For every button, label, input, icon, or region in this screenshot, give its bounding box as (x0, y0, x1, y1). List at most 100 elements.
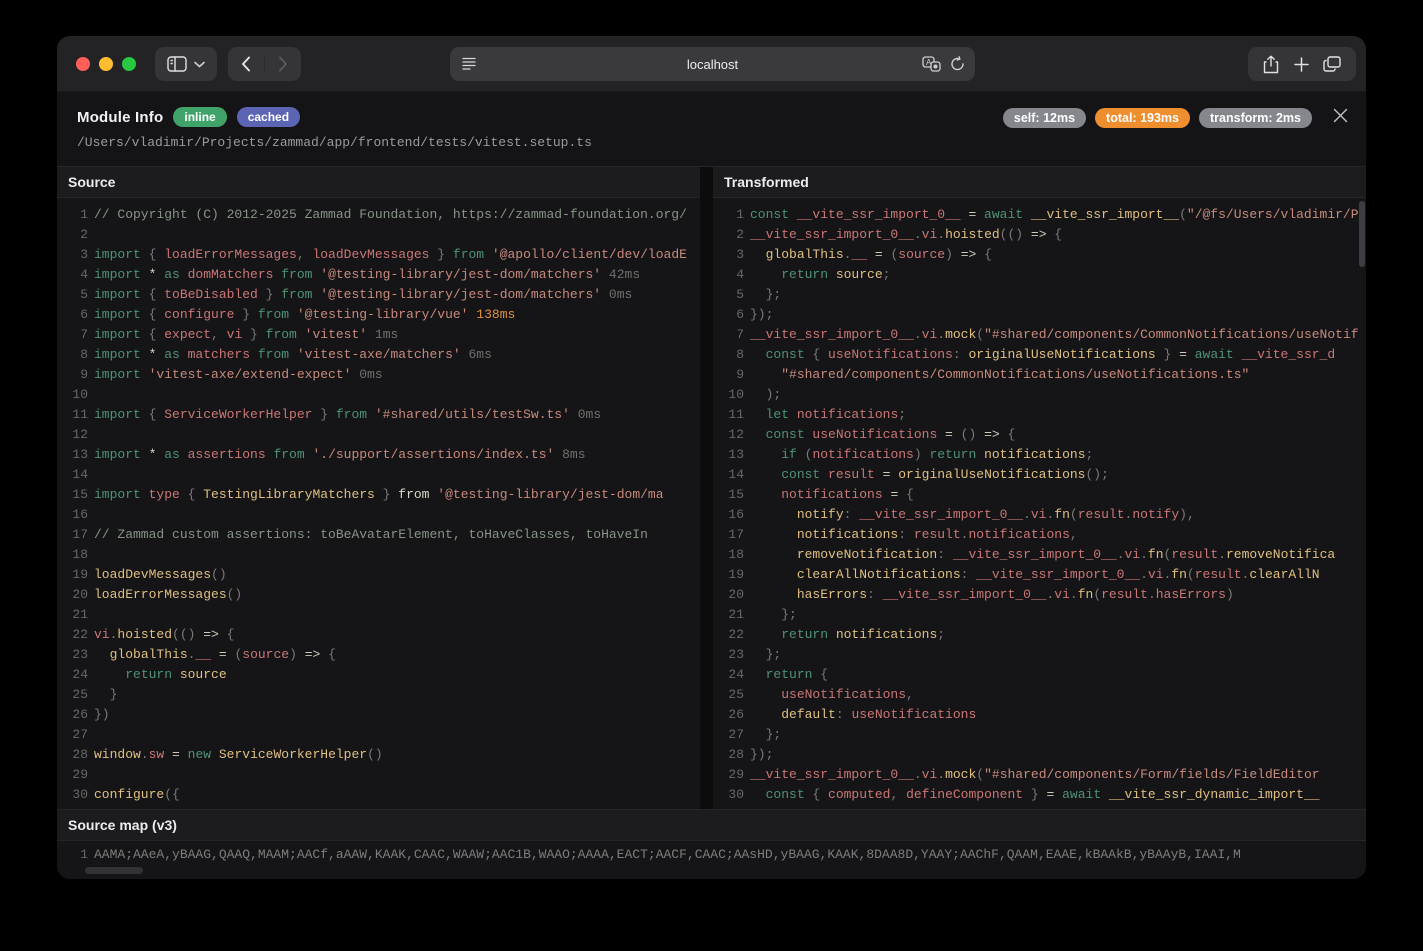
code-token (750, 585, 797, 605)
code-token: const (781, 465, 828, 485)
code-line: 6}); (713, 305, 1366, 325)
code-token: configure (94, 785, 164, 805)
line-number: 12 (713, 425, 744, 445)
line-number: 7 (57, 325, 88, 345)
code-token: import (94, 305, 149, 325)
line-number: 7 (713, 325, 744, 345)
code-token: return (125, 665, 180, 685)
code-token: ServiceWorkerHelper (219, 745, 367, 765)
code-token: source (898, 245, 945, 265)
code-token: . (1023, 505, 1031, 525)
page-format-icon[interactable] (461, 56, 477, 71)
code-token: '@apollo/client/dev/loadE (492, 245, 687, 265)
close-window-button[interactable] (76, 57, 90, 71)
code-token: ; (898, 405, 906, 425)
back-button[interactable] (228, 47, 264, 81)
code-token: '#shared/utils/testSw.ts' (375, 405, 570, 425)
code-token: . (937, 325, 945, 345)
code-token: . (1140, 565, 1148, 585)
code-token: const (766, 425, 813, 445)
minimize-window-button[interactable] (99, 57, 113, 71)
timing-badges: self: 12ms total: 193ms transform: 2ms (1003, 108, 1312, 128)
code-token (94, 665, 125, 685)
code-line: 7__vite_ssr_import_0__.vi.mock("#shared/… (713, 325, 1366, 345)
new-tab-icon[interactable] (1294, 57, 1309, 72)
source-panel-title: Source (57, 167, 700, 198)
line-number: 8 (57, 345, 88, 365)
translate-icon[interactable]: A (922, 56, 941, 72)
code-token: hoisted (117, 625, 172, 645)
page-title: Module Info (77, 109, 163, 126)
code-line: 18 removeNotification: __vite_ssr_import… (713, 545, 1366, 565)
share-icon[interactable] (1263, 55, 1279, 74)
panel-divider[interactable] (700, 167, 713, 809)
code-token: 0ms (601, 285, 632, 305)
code-token (750, 445, 781, 465)
code-token: : (961, 565, 977, 585)
close-button[interactable] (1328, 103, 1352, 127)
code-token: loadErrorMessages (94, 585, 227, 605)
code-token: { (149, 285, 165, 305)
code-line: 20loadErrorMessages() (57, 585, 700, 605)
line-number: 26 (713, 705, 744, 725)
code-line: 27 }; (713, 725, 1366, 745)
zoom-window-button[interactable] (122, 57, 136, 71)
tabs-overview-icon[interactable] (1323, 56, 1341, 72)
code-line: 26 default: useNotifications (713, 705, 1366, 725)
browser-toolbar: localhost A (57, 36, 1366, 92)
code-token: 138ms (469, 305, 516, 325)
sourcemap-section: Source map (v3) 1AAMA;AAeA,yBAAG,QAAQ,MA… (57, 810, 1366, 879)
line-number: 3 (713, 245, 744, 265)
code-token (750, 385, 766, 405)
code-token: // Copyright (C) 2012-2025 Zammad Founda… (94, 205, 687, 225)
code-token: clearAllN (1249, 565, 1319, 585)
code-token: ( (1179, 205, 1187, 225)
code-token: 8ms (554, 445, 585, 465)
code-line: 21 }; (713, 605, 1366, 625)
line-number: 23 (57, 645, 88, 665)
code-line: 13 if (notifications) return notificatio… (713, 445, 1366, 465)
code-token: AAMA;AAeA,yBAAG,QAAQ,MAAM;AACf,aAAW,KAAK… (94, 845, 1241, 865)
code-token: . (110, 625, 118, 645)
code-token: . (1218, 545, 1226, 565)
code-line: 9 "#shared/components/CommonNotification… (713, 365, 1366, 385)
code-token (750, 525, 797, 545)
code-token: mock (945, 765, 976, 785)
code-token: return (929, 445, 984, 465)
sidebar-toggle-button[interactable] (155, 47, 217, 81)
code-line: 10 (57, 385, 700, 405)
code-token: }); (750, 305, 773, 325)
code-token: }; (781, 605, 797, 625)
code-token: useNotifications (781, 685, 906, 705)
code-token: 1ms (367, 325, 398, 345)
code-token: 0ms (351, 365, 382, 385)
code-line: 24 return { (713, 665, 1366, 685)
code-token: ( (1070, 505, 1078, 525)
line-number: 16 (57, 505, 88, 525)
code-token: 6ms (461, 345, 492, 365)
line-number: 10 (713, 385, 744, 405)
address-bar[interactable]: localhost A (450, 47, 975, 81)
code-line: 28window.sw = new ServiceWorkerHelper() (57, 745, 700, 765)
code-token: } (429, 245, 452, 265)
code-token: __vite_ssr_dynamic_import__ (1109, 785, 1320, 805)
code-line: 16 notify: __vite_ssr_import_0__.vi.fn(r… (713, 505, 1366, 525)
horizontal-scrollbar[interactable] (85, 867, 143, 874)
code-line: 17// Zammad custom assertions: toBeAvata… (57, 525, 700, 545)
code-token: removeNotification (797, 545, 937, 565)
forward-button[interactable] (265, 47, 301, 81)
code-token (750, 485, 781, 505)
reload-icon[interactable] (950, 56, 965, 72)
code-token: = (867, 245, 890, 265)
line-number: 5 (713, 285, 744, 305)
vertical-scrollbar[interactable] (1359, 201, 1365, 267)
code-token (750, 785, 766, 805)
code-token: vi (1054, 585, 1070, 605)
code-token: __vite_ssr_import_0__ (953, 545, 1117, 565)
code-token: { (149, 325, 165, 345)
code-line: 17 notifications: result.notifications, (713, 525, 1366, 545)
code-line: 27 (57, 725, 700, 745)
code-line: 18 (57, 545, 700, 565)
code-token: import (94, 405, 149, 425)
line-number: 17 (57, 525, 88, 545)
